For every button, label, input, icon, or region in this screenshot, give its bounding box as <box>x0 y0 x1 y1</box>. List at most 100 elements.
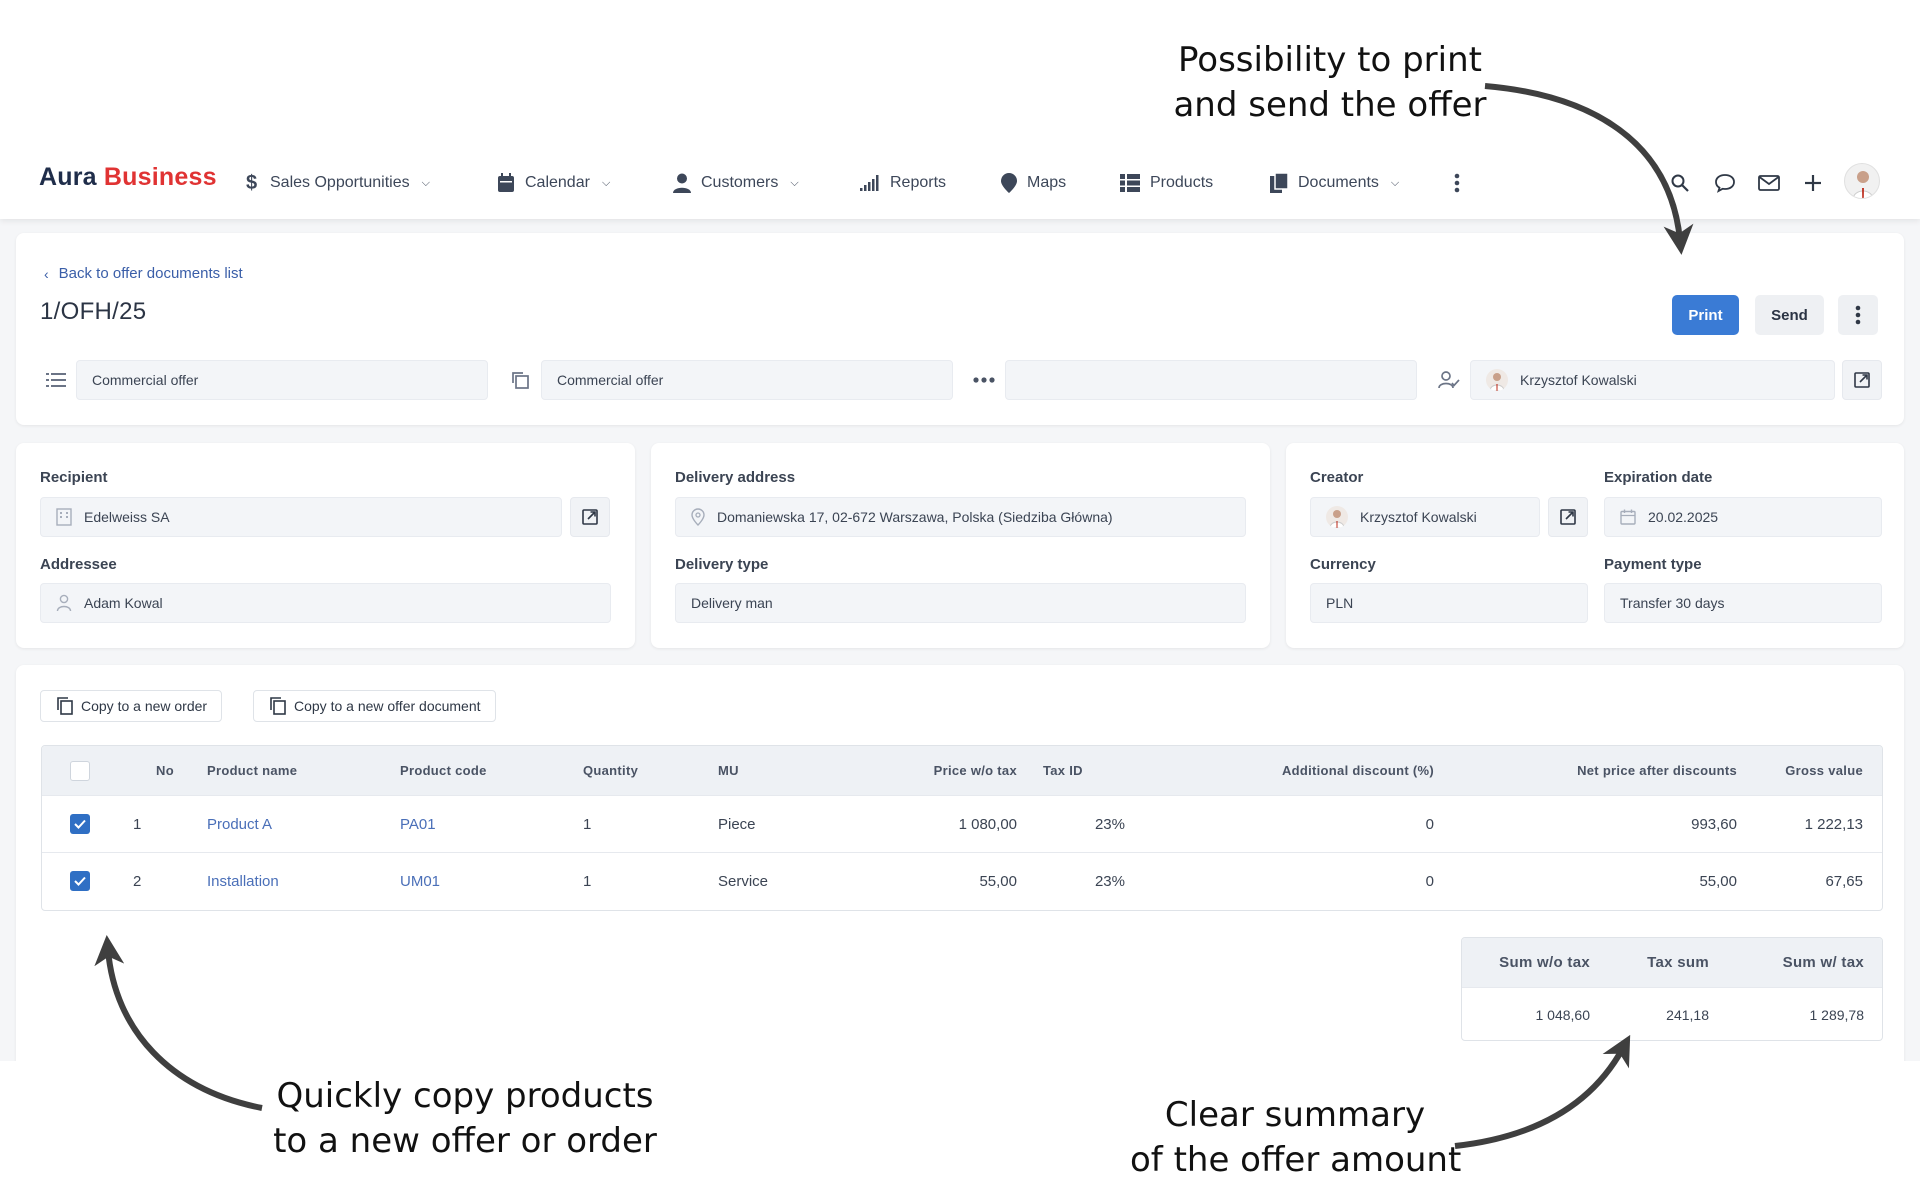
copy-offer-label: Copy to a new offer document <box>294 698 481 714</box>
cell-product-code[interactable]: UM01 <box>400 853 440 909</box>
nav-label: Maps <box>1027 174 1067 191</box>
recipient-field[interactable]: Edelweiss SA <box>40 497 562 537</box>
creator-value: Krzysztof Kowalski <box>1360 509 1477 525</box>
person-outline-icon <box>56 594 72 612</box>
chevron-down-icon: ⌵ <box>790 176 799 189</box>
cell-product-name[interactable]: Installation <box>207 853 279 909</box>
nav-calendar[interactable]: Calendar ⌵ <box>497 169 610 197</box>
plus-icon[interactable] <box>1795 165 1831 201</box>
column-header-product-code[interactable]: Product code <box>400 746 487 795</box>
send-button[interactable]: Send <box>1755 295 1824 335</box>
back-to-list-link[interactable]: ‹ Back to offer documents list <box>44 265 243 282</box>
copy-to-new-offer-button[interactable]: Copy to a new offer document <box>253 690 496 722</box>
column-header-mu[interactable]: MU <box>718 746 739 795</box>
annotation-summary: Clear summary of the offer amount <box>1130 1093 1462 1183</box>
annotation-copy-products: Quickly copy products to a new offer or … <box>270 1074 660 1164</box>
owner-field[interactable]: Krzysztof Kowalski <box>1470 360 1835 400</box>
delivery-address-label: Delivery address <box>675 469 796 486</box>
cell-discount: 0 <box>1425 815 1434 833</box>
row-checkbox[interactable] <box>70 796 90 852</box>
column-header-product-name[interactable]: Product name <box>207 746 297 795</box>
document-type-select[interactable]: Commercial offer <box>76 360 488 400</box>
check-icon <box>74 876 86 886</box>
column-header-quantity[interactable]: Quantity <box>583 746 638 795</box>
logo[interactable]: Aura Business <box>39 163 217 192</box>
payment-type-label: Payment type <box>1604 556 1702 573</box>
creator-field[interactable]: Krzysztof Kowalski <box>1310 497 1540 537</box>
owner-name: Krzysztof Kowalski <box>1520 372 1637 388</box>
addressee-label: Addressee <box>40 556 117 573</box>
table-row[interactable]: 2 Installation UM01 1 Service 55,00 23% … <box>42 852 1882 909</box>
more-vertical-icon <box>1855 305 1861 325</box>
addressee-field[interactable]: Adam Kowal <box>40 583 611 623</box>
external-link-icon <box>1854 372 1870 388</box>
calendar-outline-icon <box>1620 509 1636 525</box>
cell-product-name[interactable]: Product A <box>207 796 272 852</box>
nav-customers[interactable]: Customers ⌵ <box>673 169 799 197</box>
copy-to-new-order-button[interactable]: Copy to a new order <box>40 690 223 722</box>
nav-reports[interactable]: Reports <box>860 169 946 197</box>
sum-wo-tax-label: Sum w/o tax <box>1499 954 1590 971</box>
nav-documents[interactable]: Documents ⌵ <box>1270 169 1399 197</box>
cell-no: 1 <box>133 815 142 833</box>
more-actions-button[interactable] <box>1838 295 1878 335</box>
search-icon[interactable] <box>1662 165 1698 201</box>
chevron-down-icon: ⌵ <box>1390 176 1400 189</box>
nav-sales-opportunities[interactable]: $ Sales Opportunities ⌵ <box>246 169 430 197</box>
cell-mu: Service <box>718 872 769 890</box>
cell-mu: Piece <box>718 815 756 833</box>
delivery-type-value: Delivery man <box>691 595 773 611</box>
chevron-down-icon: ⌵ <box>421 176 430 189</box>
totals-summary: Sum w/o tax Tax sum Sum w/ tax 1 048,60 … <box>1461 937 1883 1041</box>
row-checkbox[interactable] <box>70 853 90 909</box>
delivery-address-field[interactable]: Domaniewska 17, 02-672 Warszawa, Polska … <box>675 497 1246 537</box>
person-icon <box>673 173 691 193</box>
external-link-icon <box>582 509 598 525</box>
external-link-icon <box>1560 509 1576 525</box>
cell-product-code[interactable]: PA01 <box>400 796 436 852</box>
column-header-tax-id[interactable]: Tax ID <box>1043 746 1083 795</box>
document-template-select[interactable]: Commercial offer <box>541 360 953 400</box>
column-header-price[interactable]: Price w/o tax <box>862 746 1017 795</box>
sum-w-tax-label: Sum w/ tax <box>1782 954 1864 971</box>
calendar-icon <box>498 173 514 192</box>
more-vertical-icon[interactable] <box>1439 165 1475 201</box>
dollar-icon: $ <box>246 171 258 194</box>
copy-order-label: Copy to a new order <box>81 698 208 714</box>
payment-type-field[interactable]: Transfer 30 days <box>1604 583 1882 623</box>
extra-field[interactable] <box>1005 360 1417 400</box>
recipient-value: Edelweiss SA <box>84 509 170 525</box>
delivery-type-field[interactable]: Delivery man <box>675 583 1246 623</box>
table-row[interactable]: 1 Product A PA01 1 Piece 1 080,00 23% 0 … <box>42 795 1882 852</box>
column-header-discount[interactable]: Additional discount (%) <box>1182 746 1434 795</box>
cell-tax-id: 23% <box>1094 815 1125 833</box>
select-all-checkbox[interactable] <box>70 746 90 795</box>
annotation-line: of the offer amount <box>1130 1140 1462 1180</box>
chevron-left-icon: ‹ <box>44 265 49 282</box>
map-pin-outline-icon <box>691 508 705 526</box>
open-recipient-button[interactable] <box>570 497 610 537</box>
document-header-card: ‹ Back to offer documents list 1/OFH/25 … <box>16 233 1904 425</box>
map-pin-icon <box>1001 173 1017 193</box>
print-button[interactable]: Print <box>1672 295 1739 335</box>
open-creator-button[interactable] <box>1548 497 1588 537</box>
chevron-down-icon: ⌵ <box>601 176 611 189</box>
user-avatar[interactable] <box>1844 163 1880 199</box>
open-owner-button[interactable] <box>1842 360 1882 400</box>
logo-part-2: Business <box>103 163 217 191</box>
column-header-net-price[interactable]: Net price after discounts <box>1482 746 1737 795</box>
nav-products[interactable]: Products <box>1120 169 1213 197</box>
products-card: Copy to a new order Copy to a new offer … <box>16 665 1904 1061</box>
recipient-card: Recipient Edelweiss SA Addressee Adam Ko… <box>16 443 635 648</box>
chat-icon[interactable] <box>1707 165 1743 201</box>
currency-field[interactable]: PLN <box>1310 583 1588 623</box>
mail-icon[interactable] <box>1751 165 1787 201</box>
nav-label: Reports <box>890 174 947 191</box>
more-horizontal-icon <box>968 364 1000 396</box>
nav-maps[interactable]: Maps <box>1001 169 1066 197</box>
details-card: Creator Krzysztof Kowalski Expiration da… <box>1286 443 1904 648</box>
expiration-label: Expiration date <box>1604 469 1713 486</box>
table-header: No Product name Product code Quantity MU… <box>42 746 1882 795</box>
column-header-gross-value[interactable]: Gross value <box>1742 746 1863 795</box>
expiration-date-field[interactable]: 20.02.2025 <box>1604 497 1882 537</box>
